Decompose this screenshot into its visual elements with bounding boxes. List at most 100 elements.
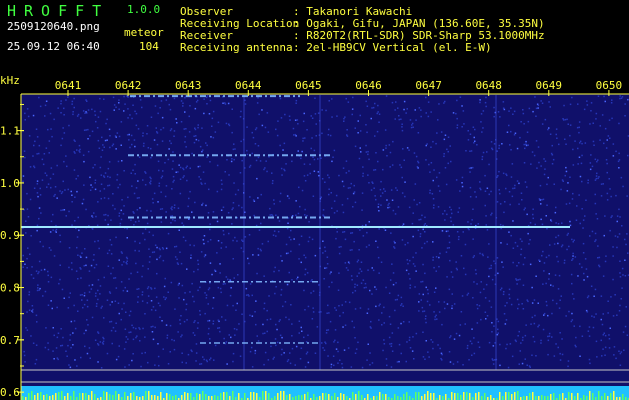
- noise-speck: [526, 186, 528, 188]
- noise-speck: [97, 279, 100, 281]
- noise-speck: [488, 341, 491, 344]
- noise-speck: [484, 297, 487, 299]
- noise-speck: [280, 294, 282, 296]
- noise-speck: [532, 110, 534, 113]
- level-spike: [574, 396, 576, 400]
- noise-speck: [23, 150, 26, 152]
- noise-speck: [602, 313, 604, 315]
- noise-speck: [401, 192, 404, 194]
- noise-speck: [480, 281, 482, 283]
- noise-speck: [408, 273, 410, 275]
- noise-speck: [377, 256, 380, 259]
- noise-speck: [337, 341, 339, 344]
- noise-speck: [405, 112, 407, 114]
- noise-speck: [557, 234, 560, 237]
- noise-speck: [547, 339, 550, 342]
- noise-speck: [352, 96, 354, 99]
- noise-speck: [311, 279, 313, 281]
- noise-speck: [440, 352, 443, 355]
- noise-speck: [173, 97, 176, 100]
- noise-speck: [418, 219, 420, 221]
- noise-speck: [352, 206, 354, 208]
- noise-speck: [69, 334, 72, 336]
- noise-speck: [567, 360, 570, 362]
- noise-speck: [391, 350, 394, 352]
- noise-speck: [182, 236, 185, 238]
- noise-speck: [130, 219, 132, 221]
- noise-speck: [248, 166, 251, 168]
- noise-speck: [433, 266, 435, 269]
- noise-speck: [271, 182, 274, 185]
- noise-speck: [294, 364, 296, 366]
- noise-speck: [160, 177, 163, 179]
- noise-speck: [352, 291, 354, 294]
- noise-speck: [251, 131, 253, 134]
- noise-speck: [199, 145, 202, 148]
- noise-speck: [537, 104, 540, 107]
- noise-speck: [306, 351, 309, 353]
- noise-speck: [624, 115, 626, 117]
- noise-speck: [123, 302, 125, 305]
- noise-speck: [208, 319, 211, 322]
- noise-speck: [304, 256, 307, 259]
- noise-speck: [331, 160, 333, 163]
- noise-speck: [314, 254, 317, 257]
- noise-speck: [417, 132, 420, 134]
- noise-speck: [232, 148, 235, 151]
- noise-speck: [598, 256, 601, 259]
- noise-speck: [50, 167, 53, 169]
- noise-speck: [624, 259, 626, 261]
- noise-speck: [202, 356, 204, 358]
- noise-speck: [538, 259, 540, 261]
- noise-speck: [129, 114, 131, 116]
- noise-speck: [201, 150, 203, 153]
- noise-speck: [581, 208, 583, 210]
- noise-speck: [68, 266, 70, 269]
- noise-speck: [28, 309, 31, 311]
- noise-speck: [474, 128, 476, 131]
- noise-speck: [30, 235, 32, 237]
- noise-speck: [449, 336, 451, 339]
- noise-speck: [94, 188, 97, 191]
- noise-speck: [118, 102, 120, 104]
- noise-speck: [555, 133, 557, 136]
- noise-speck: [24, 361, 26, 363]
- noise-speck: [401, 303, 403, 305]
- noise-speck: [490, 306, 493, 308]
- noise-speck: [86, 299, 89, 301]
- noise-speck: [567, 182, 569, 184]
- level-spike: [202, 391, 204, 400]
- noise-speck: [118, 345, 120, 347]
- noise-speck: [101, 136, 103, 139]
- noise-speck: [182, 167, 184, 170]
- noise-speck: [610, 102, 613, 104]
- noise-speck: [36, 183, 39, 185]
- noise-speck: [228, 232, 230, 235]
- noise-speck: [594, 232, 597, 235]
- noise-speck: [410, 126, 413, 129]
- noise-speck: [524, 334, 527, 337]
- noise-speck: [573, 298, 575, 300]
- noise-speck: [110, 329, 113, 332]
- noise-speck: [115, 322, 117, 324]
- noise-speck: [70, 346, 72, 349]
- noise-speck: [329, 320, 332, 323]
- noise-speck: [480, 318, 482, 321]
- noise-speck: [344, 238, 347, 241]
- noise-speck: [131, 324, 133, 327]
- noise-speck: [126, 263, 128, 265]
- noise-speck: [366, 312, 369, 314]
- noise-speck: [498, 147, 500, 149]
- noise-speck: [439, 252, 441, 255]
- noise-speck: [35, 128, 38, 130]
- noise-speck: [309, 172, 311, 175]
- noise-speck: [574, 256, 577, 258]
- noise-speck: [510, 149, 512, 151]
- noise-speck: [283, 352, 285, 354]
- noise-speck: [354, 308, 357, 310]
- noise-speck: [241, 239, 243, 241]
- noise-speck: [93, 266, 96, 269]
- noise-speck: [463, 123, 465, 125]
- noise-speck: [338, 252, 341, 255]
- noise-speck: [59, 190, 61, 192]
